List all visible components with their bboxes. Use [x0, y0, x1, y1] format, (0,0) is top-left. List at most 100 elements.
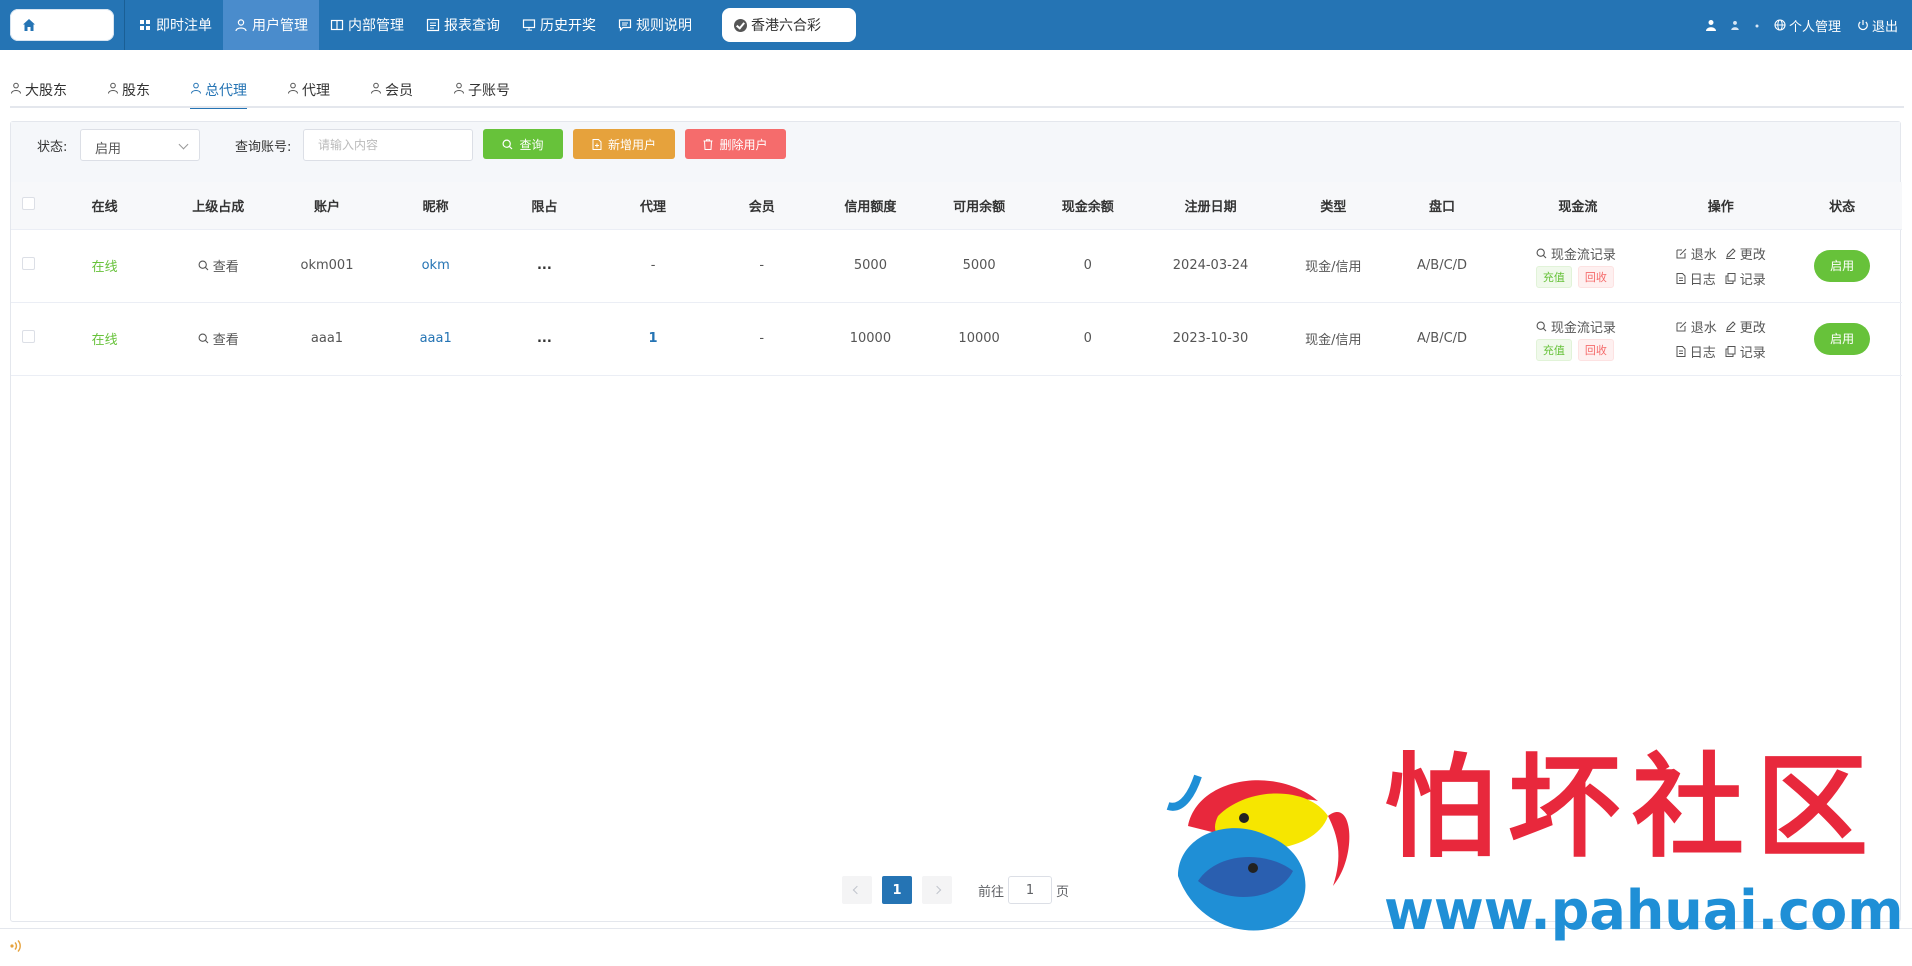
col-cash-balance: 现金余额 — [1033, 182, 1143, 230]
row-checkbox[interactable] — [21, 330, 35, 343]
cash-flow-cell: 现金流记录 充值 回收 — [1496, 302, 1659, 375]
cash-balance-cell: 0 — [1083, 331, 1092, 346]
account-cell: aaa1 — [310, 331, 344, 346]
user-icon — [11, 82, 21, 94]
tab-shareholder[interactable]: 股东 — [107, 76, 150, 108]
nav-label: 内部管理 — [348, 18, 404, 34]
nickname-link[interactable]: okm — [422, 258, 450, 273]
status-select[interactable]: 启用 — [80, 129, 200, 161]
tab-major-shareholder[interactable]: 大股东 — [10, 76, 67, 108]
handicap-cell: A/B/C/D — [1417, 258, 1468, 273]
recharge-tag[interactable]: 充值 — [1535, 265, 1572, 288]
tab-label: 会员 — [385, 83, 413, 99]
recover-tag[interactable]: 回收 — [1577, 338, 1614, 361]
edit-icon — [1676, 321, 1687, 331]
delete-user-button[interactable]: 删除用户 — [685, 129, 786, 159]
recharge-tag[interactable]: 充值 — [1535, 338, 1572, 361]
view-link[interactable]: 查看 — [198, 256, 239, 275]
status-toggle-button[interactable]: 启用 — [1814, 322, 1871, 355]
col-online: 在线 — [45, 182, 164, 230]
nav-label: 即时注单 — [156, 18, 212, 34]
member-count-cell: - — [759, 331, 765, 346]
rebate-link[interactable]: 退水 — [1676, 317, 1717, 336]
personal-management-link[interactable]: 个人管理 — [1774, 16, 1841, 35]
agent-count-link[interactable]: 1 — [649, 331, 658, 346]
game-selector[interactable]: 香港六合彩 — [722, 8, 856, 42]
row-select-cell[interactable] — [11, 302, 45, 375]
status-label: 状态: — [37, 140, 68, 155]
select-all-checkbox[interactable] — [21, 196, 35, 210]
cash-flow-record-link[interactable]: 现金流记录 — [1536, 244, 1620, 263]
cash-flow-record-label: 现金流记录 — [1550, 247, 1616, 263]
cash-flow-record-link[interactable]: 现金流记录 — [1536, 317, 1620, 336]
nav-item-rules[interactable]: 规则说明 — [607, 0, 703, 50]
logout-link[interactable]: 退出 — [1857, 16, 1898, 35]
record-link[interactable]: 记录 — [1725, 269, 1766, 288]
select-all-header[interactable] — [11, 182, 46, 230]
goto-page-input[interactable] — [1008, 876, 1053, 904]
logout-label: 退出 — [1871, 19, 1898, 35]
query-button[interactable]: 查询 — [483, 129, 563, 159]
view-link[interactable]: 查看 — [198, 329, 239, 348]
user-small-icon[interactable] — [1730, 20, 1743, 30]
user-icon[interactable] — [1705, 19, 1720, 31]
log-link[interactable]: 日志 — [1676, 342, 1717, 361]
nav-item-reports[interactable]: 报表查询 — [415, 0, 511, 50]
tab-sub-account[interactable]: 子账号 — [453, 76, 510, 108]
row-select-cell[interactable] — [11, 229, 45, 302]
edit-icon — [1676, 248, 1687, 258]
nav-item-live-bets[interactable]: 即时注单 — [127, 0, 223, 50]
sound-icon[interactable] — [8, 938, 24, 954]
pagination: 1 前往 页 — [842, 876, 1069, 904]
log-link[interactable]: 日志 — [1676, 269, 1717, 288]
view-label: 查看 — [212, 333, 239, 348]
nav-label: 用户管理 — [252, 18, 308, 34]
status-toggle-button[interactable]: 启用 — [1814, 249, 1871, 282]
recover-tag[interactable]: 回收 — [1577, 265, 1614, 288]
tabs-divider — [10, 106, 1904, 108]
col-type: 类型 — [1279, 182, 1388, 230]
home-button[interactable] — [10, 9, 114, 41]
trash-icon — [703, 138, 713, 150]
col-register-date: 注册日期 — [1142, 182, 1279, 230]
page-number-current[interactable]: 1 — [882, 876, 912, 904]
game-label: 香港六合彩 — [751, 18, 821, 34]
watermark-title: 怕坏社区 — [1384, 742, 1880, 873]
next-page-button[interactable] — [922, 876, 952, 904]
status-cell: 启用 — [1782, 302, 1902, 375]
globe-icon — [1774, 19, 1786, 31]
col-parent-share: 上级占成 — [163, 182, 273, 230]
tab-member[interactable]: 会员 — [370, 76, 413, 108]
user-icon — [191, 82, 201, 94]
row-checkbox[interactable] — [21, 257, 35, 270]
tab-general-agent[interactable]: 总代理 — [190, 76, 247, 109]
home-icon — [23, 19, 35, 31]
report-icon — [426, 18, 440, 32]
cash-flow-record-label: 现金流记录 — [1550, 320, 1616, 336]
account-search-input[interactable] — [303, 129, 473, 161]
nav-item-user-management[interactable]: 用户管理 — [223, 0, 319, 50]
query-label: 查询 — [519, 137, 544, 152]
limit-more-link[interactable]: ... — [537, 331, 552, 346]
nav-item-internal-management[interactable]: 内部管理 — [319, 0, 415, 50]
col-credit: 信用额度 — [816, 182, 925, 230]
nickname-link[interactable]: aaa1 — [420, 331, 452, 346]
chat-icon — [618, 19, 632, 32]
user-actions: 个人管理 退出 — [1695, 0, 1898, 50]
tab-agent[interactable]: 代理 — [287, 76, 330, 108]
agent-count-cell: - — [650, 258, 656, 273]
record-link[interactable]: 记录 — [1725, 342, 1766, 361]
add-user-button[interactable]: 新增用户 — [573, 129, 675, 159]
tab-label: 代理 — [302, 83, 330, 99]
prev-page-button[interactable] — [842, 876, 872, 904]
power-icon — [1858, 20, 1868, 31]
pencil-icon — [1725, 320, 1736, 332]
rebate-link[interactable]: 退水 — [1676, 244, 1717, 263]
limit-more-link[interactable]: ... — [537, 258, 552, 273]
edit-link[interactable]: 更改 — [1725, 244, 1766, 263]
nav-item-history-draws[interactable]: 历史开奖 — [511, 0, 607, 50]
col-agent: 代理 — [598, 182, 708, 230]
edit-link[interactable]: 更改 — [1725, 317, 1766, 336]
goto-label: 前往 — [978, 884, 1005, 900]
chevron-down-icon — [178, 139, 189, 150]
